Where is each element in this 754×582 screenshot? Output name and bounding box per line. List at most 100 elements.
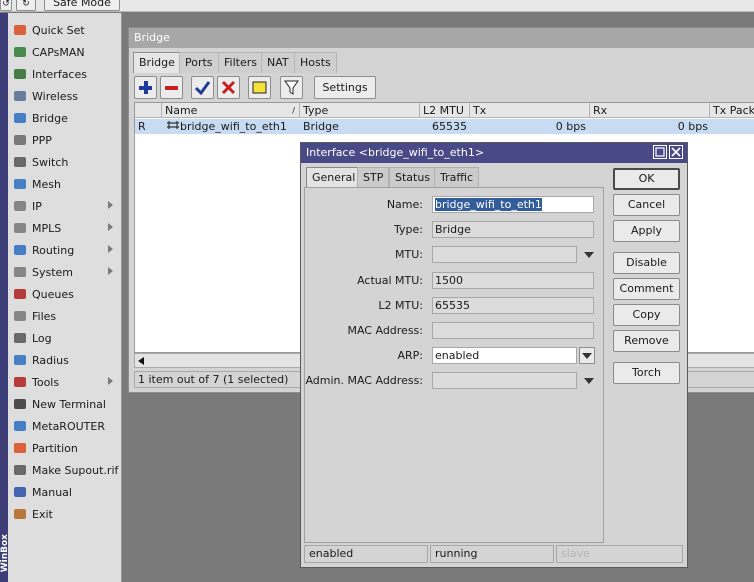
sidebar-item-label: Switch [32,155,69,169]
submenu-arrow-icon [108,201,113,209]
column-tx-packet[interactable]: Tx Packet [710,103,754,118]
tab-filters[interactable]: Filters [218,52,263,73]
comment-button[interactable]: Comment [613,278,680,300]
apply-button[interactable]: Apply [613,220,680,242]
sidebar-item-interfaces[interactable]: Interfaces [10,63,121,85]
l2mtu-label: L2 MTU: [378,299,423,312]
queues-icon [12,286,28,302]
top-toolbar: ↺ ↻ Safe Mode [0,0,754,12]
sidebar-item-ip[interactable]: IP [10,195,121,217]
general-panel: Name: bridge_wifi_to_eth1 Type: Bridge M… [304,187,604,543]
close-button[interactable] [669,145,683,159]
plus-icon [139,81,152,94]
sidebar-item-metarouter[interactable]: MetaROUTER [10,415,121,437]
sidebar-item-wireless[interactable]: Wireless [10,85,121,107]
sidebar-item-mpls[interactable]: MPLS [10,217,121,239]
supout-icon [12,462,28,478]
close-icon [671,147,681,157]
admin-mac-dropdown-icon[interactable] [584,378,594,384]
remove-button[interactable] [160,76,183,99]
sidebar-item-log[interactable]: Log [10,327,121,349]
minus-icon [165,86,178,90]
mtu-field[interactable] [432,246,577,263]
bridge-icon [166,119,180,134]
tab-bridge[interactable]: Bridge [133,52,181,73]
tab-traffic[interactable]: Traffic [434,167,480,187]
add-button[interactable] [134,76,157,99]
filter-icon [284,80,299,95]
sidebar-item-tools[interactable]: Tools [10,371,121,393]
filter-button[interactable] [280,76,303,99]
bridge-icon [12,110,28,126]
l2mtu-field[interactable]: 65535 [432,297,594,314]
type-field: Bridge [432,221,594,238]
column-type[interactable]: Type [300,103,420,118]
sidebar-item-label: Wireless [32,89,79,103]
sidebar-item-switch[interactable]: Switch [10,151,121,173]
tab-hosts[interactable]: Hosts [294,52,337,73]
tab-status[interactable]: Status [389,167,437,187]
sidebar-item-routing[interactable]: Routing [10,239,121,261]
sidebar-item-mesh[interactable]: Mesh [10,173,121,195]
remove-button[interactable]: Remove [613,330,680,352]
disable-button[interactable]: Disable [613,252,680,274]
column-l2mtu[interactable]: L2 MTU [420,103,470,118]
torch-button[interactable]: Torch [613,362,680,384]
mac-address-field [432,322,594,339]
tab-stp[interactable]: STP [357,167,390,187]
redo-button[interactable]: ↻ [16,0,36,11]
sidebar-item-ppp[interactable]: PPP [10,129,121,151]
sidebar-item-new-terminal[interactable]: New Terminal [10,393,121,415]
note-icon [252,81,267,94]
sidebar-item-files[interactable]: Files [10,305,121,327]
sidebar-item-queues[interactable]: Queues [10,283,121,305]
safe-mode-button[interactable]: Safe Mode [44,0,120,11]
arp-dropdown-button[interactable] [579,347,595,364]
maximize-button[interactable] [653,145,667,159]
sidebar-item-label: Manual [32,485,72,499]
submenu-arrow-icon [108,377,113,385]
sidebar-item-quick-set[interactable]: Quick Set [10,19,121,41]
sidebar-item-bridge[interactable]: Bridge [10,107,121,129]
name-field[interactable]: bridge_wifi_to_eth1 [432,196,594,213]
copy-button[interactable]: Copy [613,304,680,326]
sidebar-item-capsman[interactable]: CAPsMAN [10,41,121,63]
exit-icon [12,506,28,522]
sidebar-item-make-supout-rif[interactable]: Make Supout.rif [10,459,121,481]
column-tx[interactable]: Tx [470,103,590,118]
ok-button[interactable]: OK [613,168,680,190]
sidebar-item-label: IP [32,199,42,213]
disable-button[interactable] [217,76,240,99]
table-row[interactable]: R bridge_wifi_to_eth1 Bridge 65535 0 bps… [135,119,754,134]
column-rx[interactable]: Rx [590,103,710,118]
sidebar-item-radius[interactable]: Radius [10,349,121,371]
name-value: bridge_wifi_to_eth1 [435,198,542,211]
sidebar-item-exit[interactable]: Exit [10,503,121,525]
arp-select[interactable]: enabled [432,347,577,364]
scroll-left-icon[interactable] [138,357,144,365]
column-name[interactable]: Name / [162,103,300,118]
row-flag: R [138,120,146,133]
tab-nat[interactable]: NAT [261,52,295,73]
undo-button[interactable]: ↺ [0,0,12,11]
wireless-icon [12,88,28,104]
sidebar-item-system[interactable]: System [10,261,121,283]
sidebar-item-partition[interactable]: Partition [10,437,121,459]
column-flag[interactable] [135,103,162,118]
mtu-dropdown-icon[interactable] [584,252,594,258]
tab-ports[interactable]: Ports [179,52,219,73]
tab-general[interactable]: General [306,167,362,187]
row-l2mtu: 65535 [432,120,467,133]
cancel-button[interactable]: Cancel [613,194,680,216]
mpls-icon [12,220,28,236]
terminal-icon [12,396,28,412]
dialog-title: Interface <bridge_wifi_to_eth1> [301,143,687,163]
sidebar-item-manual[interactable]: Manual [10,481,121,503]
enable-button[interactable] [191,76,214,99]
admin-mac-field[interactable] [432,372,577,389]
system-icon [12,264,28,280]
submenu-arrow-icon [108,223,113,231]
settings-button[interactable]: Settings [314,76,376,99]
comment-button[interactable] [248,76,271,99]
capsman-icon [12,44,28,60]
